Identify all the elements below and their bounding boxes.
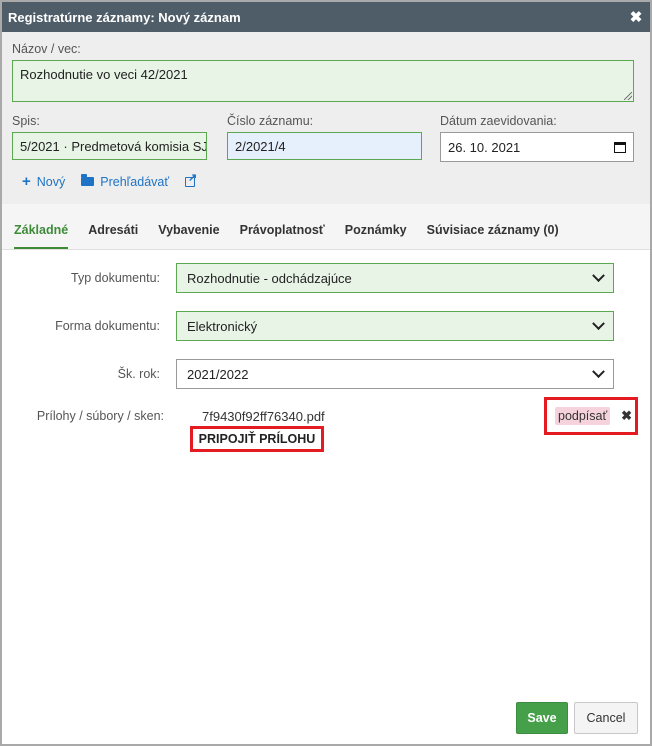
chevron-down-icon: [592, 364, 605, 378]
cislo-group: Číslo záznamu: 2/2021/4: [227, 114, 422, 162]
new-record-dialog: Registratúrne záznamy: Nový záznam ✖ Náz…: [0, 0, 652, 746]
browse-spis-link[interactable]: Prehľadávať: [81, 174, 169, 189]
attachment-file-link[interactable]: 7f9430f92ff76340.pdf: [202, 409, 325, 424]
close-icon[interactable]: ✖: [628, 9, 644, 26]
datum-label: Dátum zaevidovania:: [440, 114, 557, 128]
dialog-title: Registratúrne záznamy: Nový záznam: [8, 9, 241, 25]
typ-value: Rozhodnutie - odchádzajúce: [187, 270, 352, 286]
forma-value: Elektronický: [187, 318, 258, 334]
folder-open-icon: [81, 174, 95, 186]
spis-label: Spis:: [12, 114, 40, 128]
dialog-titlebar: Registratúrne záznamy: Nový záznam ✖: [2, 2, 650, 32]
open-external-link[interactable]: [185, 171, 197, 189]
cislo-label: Číslo záznamu:: [227, 114, 314, 128]
browse-spis-label: Prehľadávať: [100, 174, 170, 189]
typ-select[interactable]: Rozhodnutie - odchádzajúce: [176, 263, 614, 293]
attach-file-button[interactable]: PRIPOJIŤ PRÍLOHU: [190, 426, 324, 452]
tab-adresati[interactable]: Adresáti: [88, 223, 138, 249]
tab-vybavenie[interactable]: Vybavenie: [158, 223, 219, 249]
datum-group: Dátum zaevidovania: 26. 10. 2021: [440, 114, 634, 162]
plus-icon: +: [22, 173, 31, 190]
chevron-down-icon: [592, 268, 605, 282]
tab-suvisiace-zaznamy[interactable]: Súvisiace záznamy (0): [427, 223, 559, 249]
spis-value: 5/2021 · Predmetová komisia SJL: [20, 138, 207, 154]
spis-input[interactable]: 5/2021 · Predmetová komisia SJL: [12, 132, 207, 160]
cislo-input[interactable]: 2/2021/4: [227, 132, 422, 160]
rok-label: Šk. rok:: [117, 367, 160, 381]
spis-links: + Nový Prehľadávať: [12, 171, 640, 190]
cancel-button[interactable]: Cancel: [574, 702, 638, 734]
calendar-icon[interactable]: [614, 141, 626, 153]
prilohy-label: Prílohy / súbory / sken:: [36, 409, 164, 423]
rok-select[interactable]: 2021/2022: [176, 359, 614, 389]
remove-attachment-icon[interactable]: ✖: [621, 408, 632, 424]
resize-handle-icon[interactable]: [624, 92, 632, 100]
attachments-row: Prílohy / súbory / sken: 7f9430f92ff7634…: [2, 397, 650, 435]
new-spis-label: Nový: [36, 174, 66, 189]
new-spis-link[interactable]: + Nový: [22, 174, 65, 189]
forma-label: Forma dokumentu:: [55, 319, 160, 333]
sign-actions: podpísať ✖: [544, 397, 638, 435]
sign-badge[interactable]: podpísať: [555, 407, 611, 425]
datum-input[interactable]: 26. 10. 2021: [440, 132, 634, 162]
tab-poznamky[interactable]: Poznámky: [345, 223, 407, 249]
basic-form: Typ dokumentu: Rozhodnutie - odchádzajúc…: [2, 250, 650, 435]
external-link-icon: [185, 171, 197, 187]
spis-group: Spis: 5/2021 · Predmetová komisia SJL: [12, 114, 207, 162]
forma-select[interactable]: Elektronický: [176, 311, 614, 341]
datum-value: 26. 10. 2021: [448, 139, 521, 155]
tab-pravoplatnost[interactable]: Právoplatnosť: [240, 223, 325, 249]
nazov-value: Rozhodnutie vo veci 42/2021: [20, 67, 188, 82]
typ-row: Typ dokumentu: Rozhodnutie - odchádzajúc…: [2, 254, 650, 302]
dialog-footer: Save Cancel: [516, 702, 638, 734]
chevron-down-icon: [592, 316, 605, 330]
forma-row: Forma dokumentu: Elektronický: [2, 302, 650, 350]
header-section: Názov / vec: Rozhodnutie vo veci 42/2021…: [2, 32, 650, 204]
rok-value: 2021/2022: [187, 366, 249, 382]
save-button[interactable]: Save: [516, 702, 568, 734]
tab-bar: Základné Adresáti Vybavenie Právoplatnos…: [2, 204, 650, 250]
cislo-value: 2/2021/4: [235, 138, 286, 154]
nazov-label: Názov / vec:: [12, 42, 81, 56]
nazov-textarea[interactable]: Rozhodnutie vo veci 42/2021: [12, 60, 634, 102]
rok-row: Šk. rok: 2021/2022: [2, 350, 650, 398]
tab-zakladne[interactable]: Základné: [14, 223, 69, 249]
typ-label: Typ dokumentu:: [71, 271, 160, 285]
